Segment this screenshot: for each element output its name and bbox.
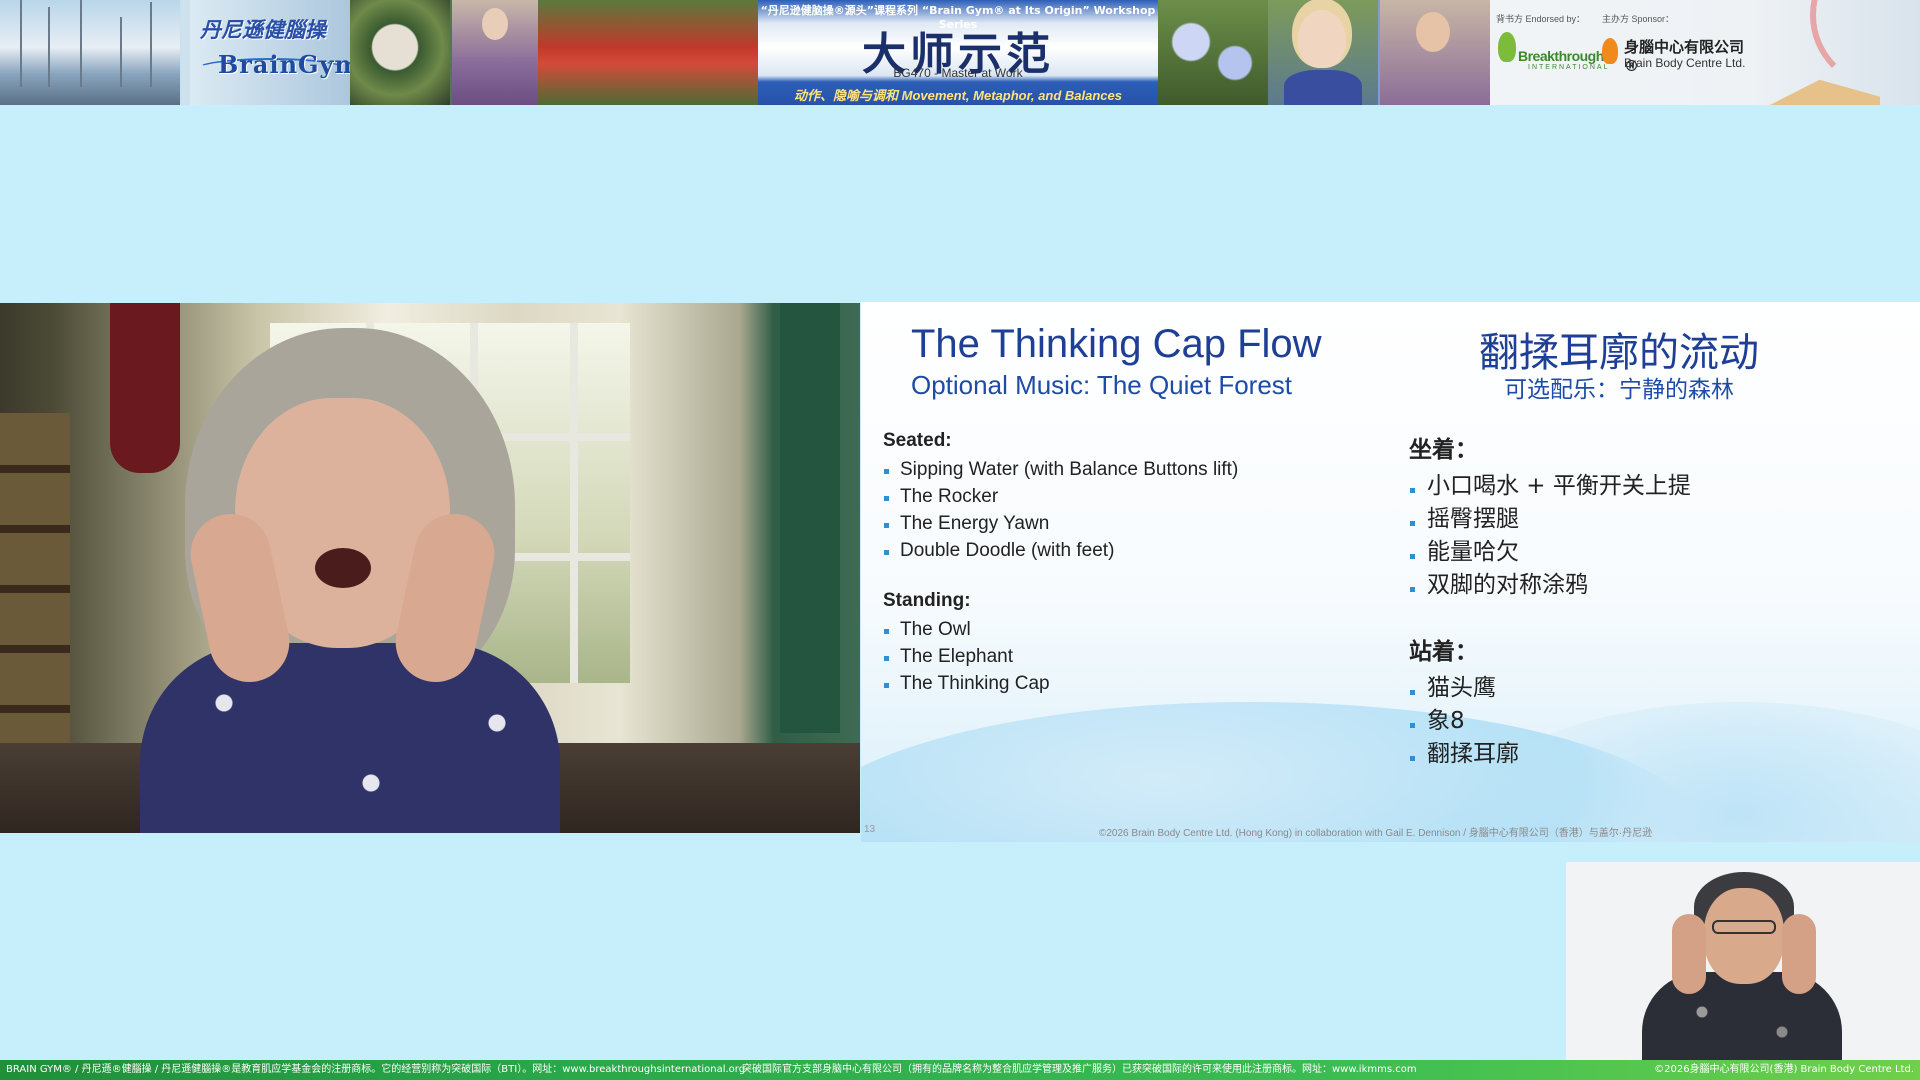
glasses: [1712, 920, 1776, 934]
footer-copyright: ©2026身腦中心有限公司(香港) Brain Body Centre Ltd.: [1654, 1064, 1914, 1075]
head: [1416, 12, 1450, 52]
presenter-video: [0, 303, 860, 833]
list-item: 象8: [1409, 705, 1909, 738]
marina-photo: [0, 0, 180, 105]
slide-title-en: The Thinking Cap Flow: [911, 322, 1322, 366]
mast: [120, 17, 122, 87]
slide-page-number: 13: [864, 824, 876, 835]
list-item: The Elephant: [883, 643, 1403, 670]
participant-left-hand: [1672, 914, 1706, 994]
endorsed-label: 背书方 Endorsed by：: [1496, 14, 1586, 24]
seated-list-en: Sipping Water (with Balance Buttons lift…: [883, 456, 1403, 564]
seated-list-cn: 小口喝水 + 平衡开关上提 摇臀摆腿 能量哈欠 双脚的对称涂鸦: [1409, 470, 1909, 602]
english-exercise-list: Seated: Sipping Water (with Balance Butt…: [883, 430, 1403, 697]
list-item: Sipping Water (with Balance Buttons lift…: [883, 456, 1403, 483]
slide-music-en: Optional Music: The Quiet Forest: [911, 370, 1293, 400]
mast: [48, 7, 50, 87]
flowers-photo: [1158, 0, 1268, 105]
list-item: Double Doodle (with feet): [883, 537, 1403, 564]
list-item: 猫头鹰: [1409, 672, 1909, 705]
logo-cn-text: 丹尼遜健腦操: [200, 17, 326, 42]
mast: [20, 0, 22, 87]
seated-heading-en: Seated:: [883, 430, 952, 451]
list-item: The Thinking Cap: [883, 670, 1403, 697]
presenter-mouth: [315, 548, 371, 588]
workshop-banner: 丹尼遜健腦操 BrainGym “丹尼逊健脑操®源头”课程系列 “Brain G…: [0, 0, 1920, 105]
participant-face: [1704, 888, 1784, 984]
bti-sub: INTERNATIONAL: [1528, 64, 1610, 71]
bti-logo-icon: [1498, 32, 1516, 62]
standing-list-cn: 猫头鹰 象8 翻揉耳廓: [1409, 672, 1909, 771]
list-item: 摇臀摆腿: [1409, 503, 1909, 536]
woman-photo: [1380, 0, 1490, 105]
presenter-shirt: [140, 643, 560, 833]
list-item: 能量哈欠: [1409, 536, 1909, 569]
course-code: BG470 - Master at Work: [893, 66, 1023, 80]
breakthroughs-logo: Breakthroughs INTERNATIONAL: [1494, 30, 1612, 74]
green-curtain: [780, 303, 840, 733]
banner-subtitle: 动作、隐喻与调和 Movement, Metaphor, and Balance…: [794, 88, 1122, 103]
teacher-photo: [452, 0, 538, 105]
red-curtain: [110, 303, 180, 473]
mast: [80, 0, 82, 87]
mast: [150, 2, 152, 87]
logo-en-text: BrainGym: [218, 50, 361, 79]
seated-heading-cn: 坐着：: [1409, 437, 1478, 463]
head: [1298, 10, 1346, 68]
bbc-logo-icon: [1602, 38, 1618, 64]
list-item: 双脚的对称涂鸦: [1409, 569, 1909, 602]
instructor-photo: [1268, 0, 1378, 105]
chinese-exercise-list: 坐着： 小口喝水 + 平衡开关上提 摇臀摆腿 能量哈欠 双脚的对称涂鸦 站着： …: [1409, 430, 1909, 771]
footer-license-text: 突破国际官方支部身脑中心有限公司（拥有的品牌名称为整合肌应学管理及推广服务）已获…: [742, 1064, 1417, 1075]
standing-list-en: The Owl The Elephant The Thinking Cap: [883, 616, 1403, 697]
footer-bar: BRAIN GYM® / 丹尼遜®健腦操 / 丹尼遜健腦操®是教育肌应学基金会的…: [0, 1060, 1920, 1080]
participant-right-hand: [1782, 914, 1816, 994]
participant-video-thumbnail[interactable]: [1566, 862, 1920, 1062]
head: [482, 8, 508, 40]
bbc-en-name: Brain Body Centre Ltd.: [1624, 56, 1746, 70]
brain-body-centre-logo: 身腦中心有限公司 ® Brain Body Centre Ltd.: [1602, 32, 1752, 76]
presentation-slide: The Thinking Cap Flow Optional Music: Th…: [861, 302, 1920, 842]
banner-title-block: “丹尼逊健脑操®源头”课程系列 “Brain Gym® at Its Origi…: [758, 0, 1158, 105]
footer-trademark-text: BRAIN GYM® / 丹尼遜®健腦操 / 丹尼遜健腦操®是教育肌应学基金会的…: [6, 1064, 746, 1075]
list-item: The Energy Yawn: [883, 510, 1403, 537]
fruit-photo: [350, 0, 450, 105]
bti-name: Breakthroughs: [1518, 48, 1612, 64]
list-item: The Owl: [883, 616, 1403, 643]
sponsor-label: 主办方 Sponsor：: [1602, 14, 1675, 24]
standing-heading-cn: 站着：: [1409, 639, 1478, 665]
slide-copyright: ©2026 Brain Body Centre Ltd. (Hong Kong)…: [1099, 828, 1653, 839]
list-item: 小口喝水 + 平衡开关上提: [1409, 470, 1909, 503]
rainbow: [1810, 0, 1920, 90]
list-item: 翻揉耳廓: [1409, 738, 1909, 771]
braingym-logo: 丹尼遜健腦操 BrainGym: [190, 0, 360, 105]
garden-photo: [538, 0, 758, 105]
list-item: The Rocker: [883, 483, 1403, 510]
standing-heading-en: Standing:: [883, 590, 971, 611]
body: [1284, 70, 1362, 105]
sponsor-area: 背书方 Endorsed by： 主办方 Sponsor： Breakthrou…: [1490, 0, 1920, 105]
slide-music-cn: 可选配乐：宁静的森林: [1504, 377, 1734, 403]
